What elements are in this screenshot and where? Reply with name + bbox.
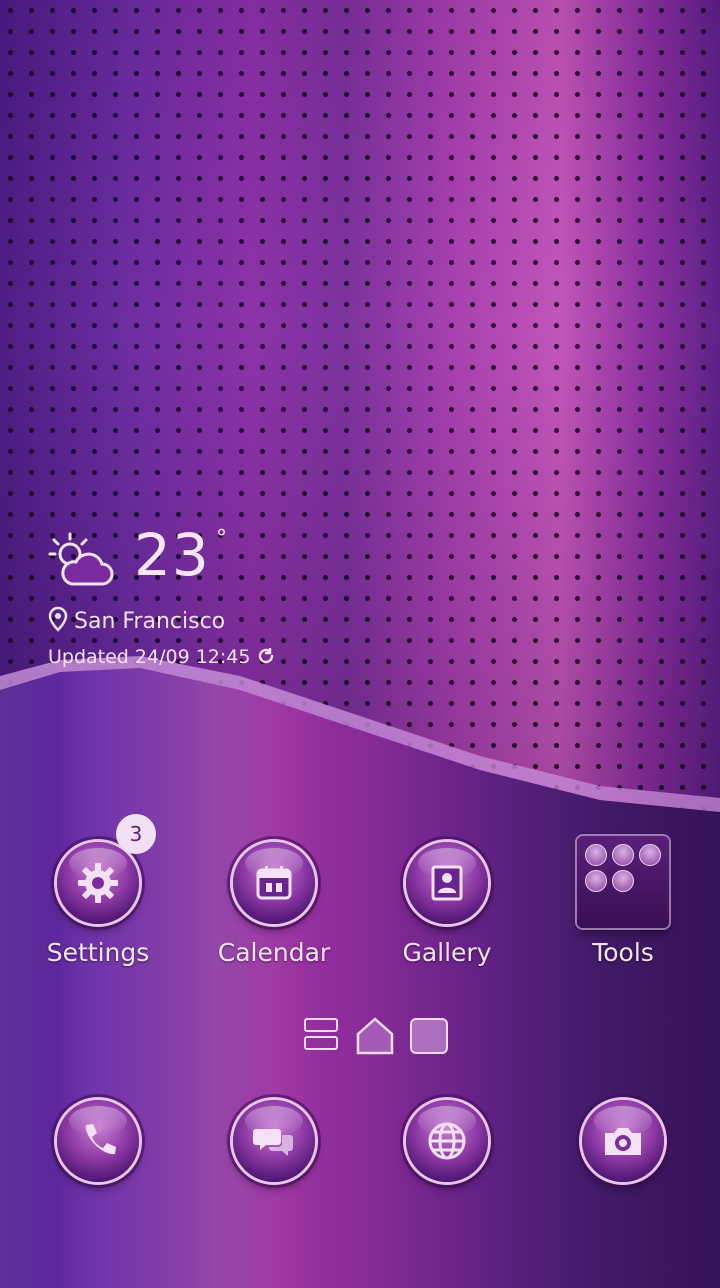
camera-icon [605, 1128, 641, 1155]
app-label-tools: Tools [592, 938, 654, 967]
dock-camera[interactable] [543, 1100, 703, 1182]
calendar-icon [256, 866, 292, 900]
app-tools-folder[interactable]: Tools [543, 836, 703, 967]
settings-orb[interactable] [57, 842, 139, 924]
refresh-icon[interactable] [256, 646, 276, 666]
messages-orb[interactable] [233, 1100, 315, 1182]
folder-icon[interactable] [577, 836, 669, 928]
temperature: 23 [134, 521, 210, 589]
location-label: San Francisco [74, 609, 226, 634]
app-label-calendar: Calendar [217, 938, 331, 967]
mini-app-icon [585, 844, 607, 866]
camera-orb[interactable] [582, 1100, 664, 1182]
app-label-gallery: Gallery [402, 938, 492, 967]
phone-orb[interactable] [57, 1100, 139, 1182]
weather-updated: Updated 24/09 12:45 [48, 646, 276, 668]
app-gallery[interactable]: Gallery [367, 842, 527, 967]
mini-app-icon [639, 844, 661, 866]
partly-cloudy-icon [48, 532, 114, 586]
contact-photo-icon [431, 865, 463, 901]
mini-app-icon [585, 870, 607, 892]
calendar-orb[interactable] [233, 842, 315, 924]
mini-app-icon [612, 870, 634, 892]
dock-messages[interactable] [194, 1100, 354, 1182]
updated-label: Updated 24/09 12:45 [48, 646, 251, 668]
browser-orb[interactable] [406, 1100, 488, 1182]
page-dot-active[interactable] [410, 1018, 448, 1054]
messages-icon [253, 1129, 293, 1156]
app-label-settings: Settings [46, 938, 150, 967]
degree-symbol: ° [216, 526, 227, 551]
gallery-orb[interactable] [406, 842, 488, 924]
notification-badge: 3 [116, 814, 156, 854]
dock-phone[interactable] [18, 1100, 178, 1182]
page-indicator [304, 1016, 454, 1060]
app-settings[interactable]: 3 Settings [18, 814, 178, 967]
location-pin-icon [48, 606, 68, 632]
mini-app-icon [612, 844, 634, 866]
weather-location[interactable]: San Francisco [48, 606, 225, 634]
home-indicator-icon[interactable] [354, 1016, 396, 1056]
dock-browser[interactable] [367, 1100, 527, 1182]
browser-globe-icon [428, 1122, 466, 1160]
app-calendar[interactable]: Calendar [194, 842, 354, 967]
app-drawer-indicator-icon[interactable] [304, 1018, 340, 1054]
gear-icon [78, 863, 118, 903]
phone-icon [85, 1124, 116, 1155]
